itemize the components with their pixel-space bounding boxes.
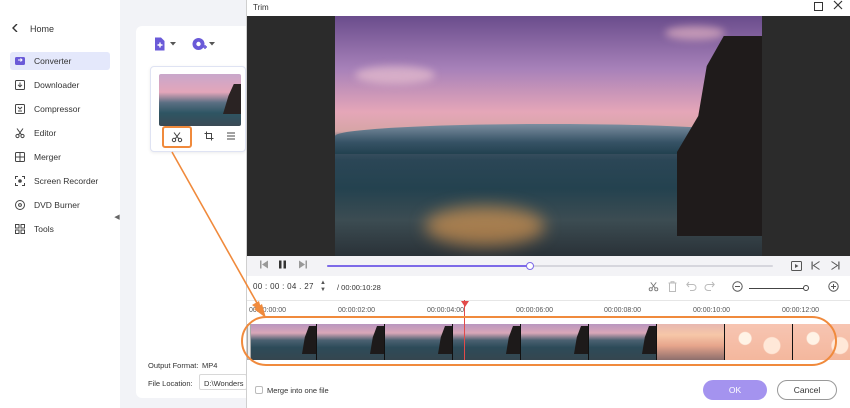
scissors-icon [171, 132, 183, 143]
add-media-icon [192, 38, 207, 50]
ruler-tick-label: 00:00:02:00 [338, 307, 375, 314]
sidebar-item-label: Compressor [34, 104, 81, 114]
sidebar-item-label: Converter [34, 56, 72, 66]
sidebar: Home Converter Downloader Compressor Edi… [0, 0, 120, 408]
sidebar-item-tools[interactable]: Tools [10, 220, 110, 238]
sidebar-item-label: Editor [34, 128, 57, 138]
home-link[interactable]: Home [12, 23, 55, 34]
file-location-field[interactable]: D:\Wonders [204, 379, 243, 388]
prev-frame-icon[interactable] [811, 261, 820, 272]
dialog-title: Trim [253, 3, 269, 12]
sidebar-item-label: Merger [34, 152, 61, 162]
total-duration: / 00:00:10:28 [337, 283, 381, 292]
home-label: Home [30, 24, 55, 34]
merger-icon [14, 151, 26, 163]
undo-icon[interactable] [686, 281, 697, 294]
snapshot-icon[interactable] [791, 261, 802, 273]
ruler-tick-label: 00:00:12:00 [782, 307, 819, 314]
sidebar-item-label: DVD Burner [34, 200, 80, 210]
compressor-icon [14, 103, 26, 115]
sidebar-item-label: Screen Recorder [34, 176, 99, 186]
sidebar-item-label: Downloader [34, 80, 80, 90]
chevron-down-icon[interactable]: ▼ [320, 287, 326, 294]
ruler-tick-label: 00:00:00:00 [249, 307, 286, 314]
current-time-field[interactable]: 00 : 00 : 04 . 27 [253, 282, 314, 291]
sidebar-item-compressor[interactable]: Compressor [10, 100, 110, 118]
sidebar-collapse-icon[interactable]: ◀ [113, 210, 121, 224]
trim-dialog: Trim 00: 00: 04 . 27 ▲ ▼ / 00:00:10:28… [241, 0, 850, 408]
sidebar-item-merger[interactable]: Merger [10, 148, 110, 166]
list-icon [227, 132, 235, 140]
video-thumbnail [159, 74, 241, 126]
crop-icon [204, 131, 214, 141]
chevron-up-icon[interactable]: ▲ [320, 280, 326, 287]
chevron-down-icon [209, 42, 215, 46]
video-preview-area [247, 16, 850, 256]
time-stepper[interactable]: ▲ ▼ [320, 280, 326, 294]
step-forward-icon[interactable] [298, 260, 308, 271]
pause-icon[interactable] [278, 260, 287, 271]
playback-progress-handle[interactable] [525, 262, 534, 270]
effects-button[interactable] [226, 128, 236, 146]
sidebar-item-label: Tools [34, 224, 54, 234]
video-file-card[interactable] [150, 66, 246, 152]
zoom-out-icon[interactable] [732, 281, 743, 295]
close-icon[interactable] [833, 0, 845, 14]
add-files-button[interactable] [152, 36, 176, 52]
chevron-left-icon [12, 23, 18, 34]
merge-checkbox[interactable] [255, 386, 263, 394]
output-format-select[interactable]: MP4 [202, 361, 217, 370]
ruler-tick-label: 00:00:08:00 [604, 307, 641, 314]
sidebar-item-editor[interactable]: Editor [10, 124, 110, 142]
ok-button[interactable]: OK [703, 380, 767, 400]
time-row: 00 : 00 : 04 . 27 ▲ ▼ / 00:00:10:28 [247, 278, 850, 298]
dvd-burner-icon [14, 199, 26, 211]
scissors-icon[interactable] [648, 281, 659, 295]
tools-icon [14, 223, 26, 235]
screen-recorder-icon [14, 175, 26, 187]
redo-icon[interactable] [704, 281, 715, 294]
app-window: Home Converter Downloader Compressor Edi… [0, 0, 850, 408]
zoom-in-icon[interactable] [828, 281, 839, 295]
sidebar-item-dvd-burner[interactable]: DVD Burner [10, 196, 110, 214]
file-location-label: File Location: [148, 379, 193, 388]
zoom-slider[interactable] [749, 288, 807, 289]
delete-icon[interactable] [668, 281, 677, 295]
filmstrip-highlight [241, 316, 837, 366]
ruler-tick-label: 00:00:06:00 [516, 307, 553, 314]
playback-progress-slider[interactable] [327, 262, 773, 270]
card-toolbar [156, 126, 242, 148]
add-media-button[interactable] [191, 36, 215, 52]
crop-button[interactable] [204, 128, 214, 146]
zoom-slider-handle[interactable] [803, 285, 809, 291]
video-preview[interactable] [335, 16, 762, 256]
downloader-icon [14, 79, 26, 91]
merge-label: Merge into one file [267, 386, 329, 395]
playback-progress-fill [327, 265, 530, 267]
cancel-button[interactable]: Cancel [777, 380, 837, 400]
sidebar-item-converter[interactable]: Converter [10, 52, 110, 70]
timeline-ruler[interactable]: 00:00:00:00 00:00:02:00 00:00:04:00 00:0… [247, 300, 850, 316]
editor-icon [14, 127, 26, 139]
sidebar-item-screen-recorder[interactable]: Screen Recorder [10, 172, 110, 190]
trim-button[interactable] [162, 126, 192, 148]
add-file-icon [155, 37, 165, 51]
sidebar-item-downloader[interactable]: Downloader [10, 76, 110, 94]
ruler-tick-label: 00:00:10:00 [693, 307, 730, 314]
output-format-label: Output Format: [148, 361, 199, 370]
ruler-tick-label: 00:00:04:00 [427, 307, 464, 314]
next-frame-icon[interactable] [831, 261, 840, 272]
maximize-icon[interactable] [814, 2, 824, 12]
playback-controls [247, 256, 850, 276]
converter-icon [14, 55, 26, 67]
step-back-icon[interactable] [259, 260, 269, 271]
chevron-down-icon [170, 42, 176, 46]
